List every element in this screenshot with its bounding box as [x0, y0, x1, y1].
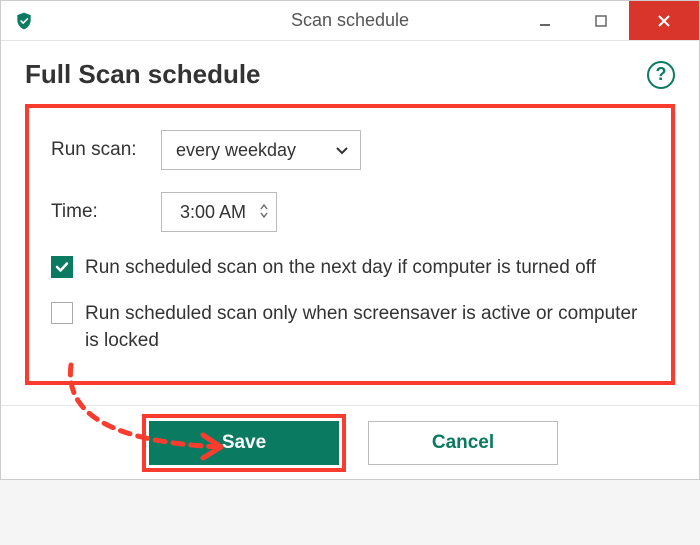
option-screensaver-checkbox[interactable] — [51, 302, 73, 324]
spinner-down-icon[interactable] — [260, 212, 268, 220]
footer: Save Cancel — [1, 405, 699, 479]
page-title: Full Scan schedule — [25, 59, 261, 90]
time-input[interactable]: 3:00 AM — [161, 192, 277, 232]
option-next-day-label: Run scheduled scan on the next day if co… — [85, 254, 596, 282]
run-scan-value: every weekday — [176, 140, 296, 161]
shield-icon — [13, 10, 35, 32]
spinner-up-icon[interactable] — [260, 204, 268, 212]
option-screensaver-label: Run scheduled scan only when screensaver… — [85, 300, 649, 355]
header-row: Full Scan schedule ? — [25, 59, 675, 90]
option-screensaver-row: Run scheduled scan only when screensaver… — [51, 300, 649, 355]
option-next-day-row: Run scheduled scan on the next day if co… — [51, 254, 649, 282]
run-scan-row: Run scan: every weekday — [51, 130, 649, 170]
titlebar: Scan schedule — [1, 1, 699, 41]
close-button[interactable] — [629, 1, 699, 40]
run-scan-label: Run scan: — [51, 139, 161, 161]
time-value: 3:00 AM — [180, 202, 246, 223]
time-label: Time: — [51, 201, 161, 223]
minimize-button[interactable] — [517, 1, 573, 40]
time-spinner[interactable] — [260, 204, 268, 220]
settings-highlight-box: Run scan: every weekday Time: 3:00 AM — [25, 104, 675, 385]
cancel-button[interactable]: Cancel — [368, 421, 558, 465]
help-button[interactable]: ? — [647, 61, 675, 89]
window-controls — [517, 1, 699, 40]
save-highlight-box: Save — [142, 414, 346, 472]
content-area: Full Scan schedule ? Run scan: every wee… — [1, 41, 699, 385]
save-button[interactable]: Save — [149, 421, 339, 465]
dialog-window: Scan schedule Full Scan schedule ? Run s… — [0, 0, 700, 480]
chevron-down-icon — [336, 142, 348, 158]
maximize-button[interactable] — [573, 1, 629, 40]
option-next-day-checkbox[interactable] — [51, 256, 73, 278]
time-row: Time: 3:00 AM — [51, 192, 649, 232]
run-scan-select[interactable]: every weekday — [161, 130, 361, 170]
